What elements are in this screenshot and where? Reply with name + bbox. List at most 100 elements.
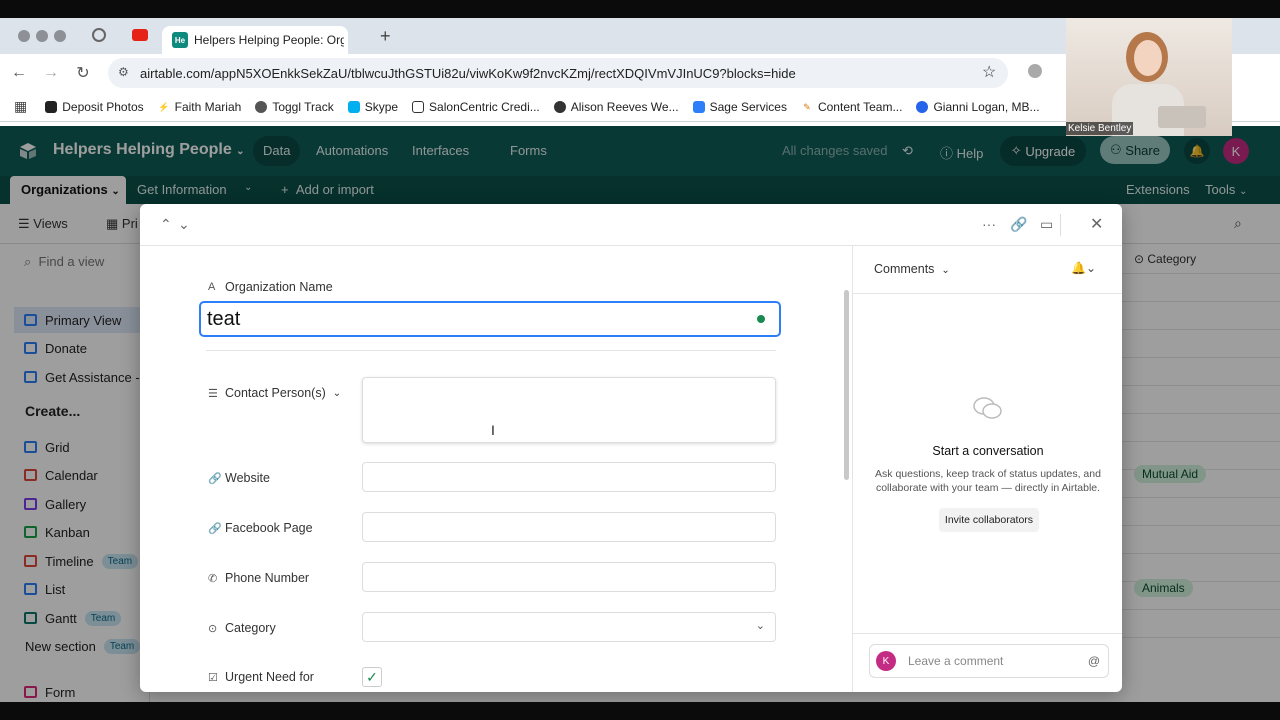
chevron-down-icon: ⌄ <box>941 265 950 276</box>
skype-icon <box>347 100 360 113</box>
bookmark-label: Gianni Logan, MB... <box>933 99 1040 114</box>
chevron-down-icon: ⌄ <box>755 620 765 632</box>
bookmark-label: SalonCentric Credi... <box>429 99 540 114</box>
bookmark-label: Alison Reeves We... <box>570 99 679 114</box>
link-icon: 🔗 <box>208 472 222 485</box>
facebook-page-input[interactable] <box>362 512 776 542</box>
sage-icon <box>692 100 705 113</box>
bookmark-item[interactable]: Gianni Logan, MB... <box>916 99 1040 114</box>
person-face <box>1134 40 1162 76</box>
divider <box>206 350 776 351</box>
copy-link-icon[interactable]: 🔗 <box>1010 216 1027 233</box>
youtube-tab-icon[interactable] <box>132 29 148 41</box>
checkbox-field-icon: ☑ <box>208 671 218 684</box>
bookmark-item[interactable]: Skype <box>347 99 399 114</box>
bookmark-label: Content Team... <box>817 99 903 114</box>
field-label-text: Phone Number <box>225 571 310 585</box>
toolbar-divider <box>1060 214 1061 236</box>
long-text-icon: ☰ <box>208 387 218 400</box>
card-icon <box>412 100 425 113</box>
webcam-name-label: Kelsie Bentley <box>1066 122 1134 135</box>
save-indicator <box>757 315 765 323</box>
field-label-category: ⊙ Category <box>208 621 276 635</box>
url-field[interactable]: ⚙ airtable.com/appN5XOEnkkSekZaU/tblwcuJ… <box>108 58 1008 88</box>
organization-name-input[interactable]: teat <box>199 301 781 337</box>
field-label-contact: ☰ Contact Person(s) ⌄ <box>208 386 341 400</box>
circle-icon <box>553 100 566 113</box>
comments-empty-title: Start a conversation <box>932 444 1044 458</box>
comments-filter-button[interactable]: Comments ⌄ <box>874 262 950 276</box>
tab-label: Helpers Helping People: Orga <box>194 33 344 47</box>
single-select-icon: ⊙ <box>208 622 218 635</box>
bookmark-label: Toggl Track <box>272 99 334 114</box>
maximize-window-icon[interactable] <box>54 30 66 42</box>
laptop <box>1158 106 1206 128</box>
divider <box>853 633 1122 634</box>
back-icon[interactable]: ← <box>8 62 30 84</box>
new-tab-icon[interactable]: + <box>380 26 391 47</box>
scrollbar[interactable] <box>844 290 849 480</box>
field-label-text: Urgent Need for <box>225 670 314 684</box>
chevron-down-icon[interactable]: ⌄ <box>333 388 341 399</box>
comment-avatar: K <box>876 651 896 671</box>
bookmark-label: Skype <box>364 99 399 114</box>
bookmark-label: Faith Mariah <box>174 99 242 114</box>
td-icon <box>916 100 929 113</box>
text-field-icon: A <box>208 281 216 293</box>
field-label-text: Organization Name <box>225 280 333 294</box>
invite-collaborators-button[interactable]: Invite collaborators <box>939 508 1039 532</box>
category-select[interactable]: ⌄ <box>362 612 776 642</box>
bookmark-item[interactable]: Sage Services <box>692 99 787 114</box>
field-label-organization-name: A Organization Name <box>208 280 333 294</box>
reload-icon[interactable]: ↻ <box>72 62 94 84</box>
pencil-icon: ✎ <box>803 101 811 112</box>
phone-number-input[interactable] <box>362 562 776 592</box>
pinned-tab-icon[interactable] <box>92 28 106 42</box>
close-window-icon[interactable] <box>18 30 30 42</box>
chat-bubbles-icon <box>973 397 1002 419</box>
modal-toolbar: ⌃ ⌄ ··· 🔗 ▭ ✕ <box>140 204 1122 246</box>
field-label-text: Contact Person(s) <box>225 386 326 400</box>
comments-header-label: Comments <box>874 262 935 276</box>
bookmark-item[interactable]: SalonCentric Credi... <box>412 100 540 114</box>
site-info-icon[interactable]: ⚙ <box>118 65 129 79</box>
urgent-need-checkbox[interactable]: ✓ <box>362 667 382 687</box>
bookmark-item[interactable]: Alison Reeves We... <box>553 99 679 114</box>
airtable-favicon-icon: He <box>172 32 188 48</box>
contact-person-input[interactable] <box>362 377 776 443</box>
apps-grid-icon[interactable]: ▦ <box>14 98 27 115</box>
field-label-urgent: ☑ Urgent Need for <box>208 670 314 684</box>
bookmark-item[interactable]: ✎ Content Team... <box>801 99 903 114</box>
bookmark-label: Deposit Photos <box>62 99 144 114</box>
previous-record-icon[interactable]: ⌃ <box>160 216 172 233</box>
link-icon: 🔗 <box>208 522 222 535</box>
deposit-photos-icon <box>45 100 58 113</box>
tab-airtable[interactable]: He Helpers Helping People: Orga <box>162 26 348 54</box>
bookmark-item[interactable]: Toggl Track <box>255 99 334 114</box>
bookmark-item[interactable]: Deposit Photos <box>45 99 144 114</box>
text-cursor-icon: I <box>491 422 495 438</box>
forward-icon[interactable]: → <box>40 62 62 84</box>
minimize-window-icon[interactable] <box>36 30 48 42</box>
notification-bell-icon[interactable]: 🔔⌄ <box>1071 261 1096 275</box>
field-label-facebook: 🔗 Facebook Page <box>208 521 313 535</box>
website-input[interactable] <box>362 462 776 492</box>
bookmark-label: Sage Services <box>709 99 787 114</box>
bookmark-item[interactable]: ⚡ Faith Mariah <box>158 99 242 114</box>
bolt-icon: ⚡ <box>158 101 170 112</box>
field-label-phone: ✆ Phone Number <box>208 571 309 585</box>
bookmark-star-icon[interactable]: ☆ <box>982 62 996 82</box>
comment-placeholder: Leave a comment <box>908 654 1004 668</box>
comment-input[interactable]: K Leave a comment @ <box>869 644 1109 678</box>
more-options-icon[interactable]: ··· <box>982 216 996 232</box>
record-modal: ⌃ ⌄ ··· 🔗 ▭ ✕ A Organization Name teat ☰ C… <box>140 204 1122 692</box>
record-fields: A Organization Name teat ☰ Contact Person(… <box>140 246 852 692</box>
comments-toggle-icon[interactable]: ▭ <box>1040 216 1053 233</box>
field-label-website: 🔗 Website <box>208 471 270 485</box>
mention-icon[interactable]: @ <box>1088 654 1100 668</box>
field-label-text: Facebook Page <box>225 521 313 535</box>
next-record-icon[interactable]: ⌄ <box>178 216 190 233</box>
comments-header: Comments ⌄ 🔔⌄ <box>853 246 1122 294</box>
close-icon[interactable]: ✕ <box>1090 214 1103 234</box>
extension-icon[interactable] <box>1028 64 1042 78</box>
